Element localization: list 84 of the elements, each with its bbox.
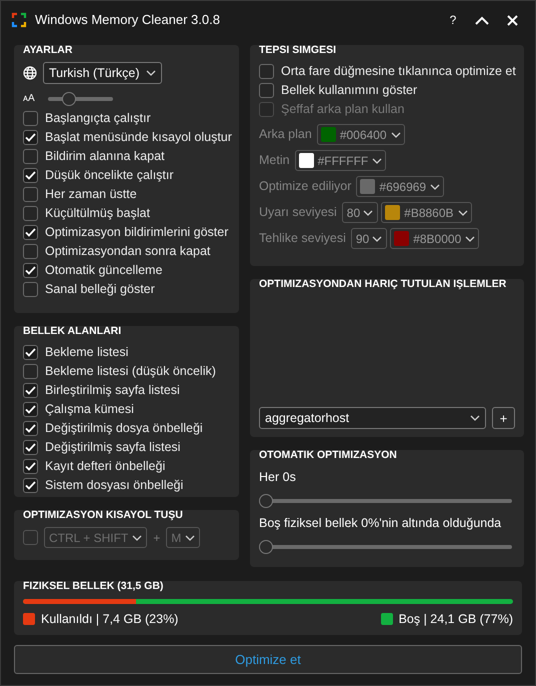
- field-label: Arka plan: [259, 126, 312, 144]
- checkbox-label: Sistem dosyası önbelleği: [45, 477, 184, 494]
- section-title: BELLEK ALANLARI: [23, 325, 122, 338]
- legend-label: Kullanıldı | 7,4 GB (23%): [41, 611, 178, 628]
- checkbox-label: Başlat menüsünde kısayol oluştur: [45, 129, 232, 146]
- modifier-dropdown[interactable]: CTRL + SHIFT: [44, 527, 148, 548]
- checkbox[interactable]: [23, 263, 38, 278]
- checkbox[interactable]: [23, 345, 38, 360]
- checkbox[interactable]: [259, 83, 274, 98]
- checkbox[interactable]: [23, 440, 38, 455]
- checkbox-label: Her zaman üstte: [45, 186, 137, 204]
- checkbox-label: Küçültülmüş başlat: [45, 205, 150, 222]
- checkbox-label: Bekleme listesi: [45, 344, 128, 362]
- help-button[interactable]: ?: [439, 11, 467, 29]
- checkbox-label: Bildirim alanına kapat: [45, 148, 165, 166]
- slider-thumb[interactable]: [259, 540, 273, 554]
- checkbox[interactable]: [23, 530, 38, 545]
- checkbox-label: Değiştirilmiş dosya önbelleği: [45, 420, 203, 438]
- section-title: OPTIMIZASYONDAN HARIÇ TUTULAN IŞLEMLER: [259, 278, 508, 291]
- checkbox-label: Bellek kullanımını göster: [281, 82, 418, 100]
- checkbox-label: Şeffaf arka plan kullan: [281, 101, 404, 118]
- chevron-down-icon: [185, 534, 196, 540]
- chevron-down-icon: [132, 534, 142, 540]
- checkbox[interactable]: [23, 421, 38, 436]
- checkbox-label: Çalışma kümesi: [45, 401, 134, 418]
- checkbox[interactable]: [23, 402, 38, 417]
- slider-thumb[interactable]: [62, 92, 76, 106]
- checkbox[interactable]: [23, 459, 38, 474]
- checkbox-label: Düşük öncelikte çalıştır: [45, 167, 174, 184]
- chevron-down-icon: [465, 236, 476, 242]
- checkbox[interactable]: [23, 130, 38, 145]
- section-title: AYARLAR: [23, 44, 74, 57]
- checkbox-label: Orta fare düğmesine tıklanınca optimize et: [281, 63, 516, 80]
- add-button[interactable]: +: [492, 407, 515, 429]
- checkbox-label: Sanal belleği göster: [45, 281, 155, 298]
- checkbox[interactable]: [23, 206, 38, 221]
- checkbox-label: Başlangıçta çalıştır: [45, 110, 151, 128]
- key-dropdown[interactable]: M: [166, 527, 200, 548]
- section-title: OPTIMIZASYON KISAYOL TUŞU: [23, 509, 184, 522]
- checkbox[interactable]: [23, 187, 38, 202]
- app-logo-icon: [11, 12, 27, 28]
- field-label: Tehlike seviyesi: [259, 230, 346, 248]
- checkbox[interactable]: [23, 383, 38, 398]
- legend-label: Boş | 24,1 GB (77%): [398, 611, 513, 628]
- section-title: TEPSI SIMGESI: [259, 44, 338, 57]
- checkbox[interactable]: [23, 149, 38, 164]
- checkbox[interactable]: [23, 168, 38, 183]
- globe-icon: [23, 66, 37, 80]
- section-title: FIZIKSEL BELLEK (31,5 GB): [23, 580, 164, 593]
- checkbox-label: Bekleme listesi (düşük öncelik): [45, 363, 216, 380]
- slider-thumb[interactable]: [259, 494, 273, 508]
- checkbox-label: Birleştirilmiş sayfa listesi: [45, 382, 180, 400]
- checkbox[interactable]: [23, 225, 38, 240]
- field-label: Optimize ediliyor: [259, 178, 352, 196]
- chevron-down-icon: [470, 415, 480, 421]
- section-title: OTOMATIK OPTIMIZASYON: [259, 449, 398, 462]
- chevron-down-icon: [458, 210, 468, 216]
- checkbox[interactable]: [259, 64, 274, 79]
- chevron-down-icon: [390, 132, 401, 138]
- chevron-down-icon: [430, 184, 440, 190]
- checkbox-label: Optimizasyondan sonra kapat: [45, 243, 210, 260]
- checkbox-label: Değiştirilmiş sayfa listesi: [45, 439, 180, 456]
- field-label: Uyarı seviyesi: [259, 204, 337, 222]
- optimize-button[interactable]: Optimize et: [14, 644, 522, 674]
- checkbox[interactable]: [23, 478, 38, 493]
- checkbox-label: Kayıt defteri önbelleği: [45, 458, 166, 476]
- chevron-down-icon: [372, 158, 382, 164]
- slider-label: Her 0s: [259, 469, 297, 486]
- window-title: Windows Memory Cleaner 3.0.8: [35, 11, 220, 30]
- checkbox[interactable]: [23, 111, 38, 126]
- checkbox-label: Otomatik güncelleme: [45, 262, 162, 280]
- process-dropdown[interactable]: aggregatorhost: [259, 407, 486, 429]
- font-size-icon: ᴀA: [23, 91, 36, 106]
- field-label: Metin: [259, 152, 290, 170]
- language-dropdown[interactable]: Turkish (Türkçe): [43, 62, 162, 84]
- chevron-down-icon: [372, 236, 382, 242]
- chevron-down-icon: [363, 210, 374, 216]
- slider-label: Boş fiziksel bellek 0%'nin altında olduğunda: [259, 514, 502, 532]
- checkbox[interactable]: [23, 364, 38, 379]
- chevron-down-icon: [146, 70, 156, 76]
- checkbox[interactable]: [23, 244, 38, 259]
- plus-sign: +: [152, 530, 162, 546]
- checkbox[interactable]: [23, 282, 38, 297]
- checkbox-label: Optimizasyon bildirimlerini göster: [45, 224, 228, 242]
